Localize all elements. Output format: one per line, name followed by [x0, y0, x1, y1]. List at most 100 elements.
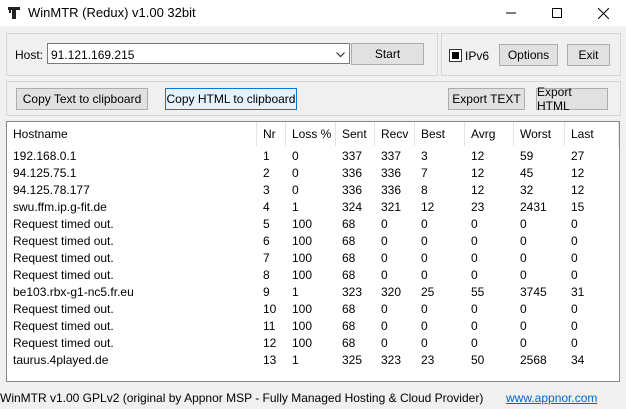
- exit-button[interactable]: Exit: [567, 44, 610, 66]
- cell-recv: 337: [381, 149, 402, 163]
- cell-nr: 12: [263, 336, 277, 350]
- table-row[interactable]: 192.168.0.1 1 0 337 337 3 12 59 27: [7, 148, 619, 165]
- cell-recv: 0: [381, 302, 388, 316]
- host-group: Host: 91.121.169.215 Start: [6, 33, 438, 76]
- maximize-button[interactable]: [534, 0, 580, 26]
- table-row[interactable]: be103.rbx-g1-nc5.fr.eu 9 1 323 320 25 55 3745 31: [7, 284, 619, 301]
- copy-html-button[interactable]: Copy HTML to clipboard: [165, 88, 297, 110]
- cell-nr: 10: [263, 302, 277, 316]
- cell-loss: 100: [292, 302, 313, 316]
- cell-last: 15: [571, 200, 585, 214]
- cell-best: 0: [421, 268, 428, 282]
- cell-loss: 100: [292, 217, 313, 231]
- cell-worst: 0: [520, 319, 527, 333]
- cell-nr: 4: [263, 200, 270, 214]
- cell-recv: 323: [381, 353, 402, 367]
- cell-sent: 68: [342, 251, 356, 265]
- cell-worst: 0: [520, 217, 527, 231]
- cell-nr: 6: [263, 234, 270, 248]
- cell-avrg: 0: [471, 234, 478, 248]
- cell-hostname: be103.rbx-g1-nc5.fr.eu: [13, 285, 134, 299]
- table-row[interactable]: Request timed out. 10 100 68 0 0 0 0 0: [7, 301, 619, 318]
- cell-best: 3: [421, 149, 428, 163]
- close-button[interactable]: [580, 0, 626, 26]
- cell-loss: 100: [292, 319, 313, 333]
- chevron-down-icon[interactable]: [336, 52, 345, 58]
- cell-nr: 13: [263, 353, 277, 367]
- ipv6-checkbox[interactable]: [449, 49, 462, 62]
- cell-sent: 68: [342, 319, 356, 333]
- window-title: WinMTR (Redux) v1.00 32bit: [28, 5, 196, 20]
- column-header-hostname[interactable]: Hostname: [7, 122, 257, 146]
- cell-loss: 100: [292, 336, 313, 350]
- table-row[interactable]: Request timed out. 11 100 68 0 0 0 0 0: [7, 318, 619, 335]
- cell-hostname: Request timed out.: [13, 268, 114, 282]
- cell-nr: 1: [263, 149, 270, 163]
- host-combobox[interactable]: 91.121.169.215: [47, 43, 350, 64]
- column-header-worst[interactable]: Worst: [514, 122, 565, 146]
- cell-sent: 324: [342, 200, 363, 214]
- cell-avrg: 55: [471, 285, 485, 299]
- start-button[interactable]: Start: [351, 43, 424, 65]
- copy-text-button[interactable]: Copy Text to clipboard: [16, 88, 148, 110]
- cell-nr: 3: [263, 183, 270, 197]
- minimize-button[interactable]: [488, 0, 534, 26]
- appnor-link[interactable]: www.appnor.com: [506, 391, 597, 405]
- cell-avrg: 12: [471, 166, 485, 180]
- cell-loss: 100: [292, 251, 313, 265]
- results-table[interactable]: Hostname Nr Loss % Sent Recv Best Avrg W…: [6, 121, 620, 382]
- cell-sent: 336: [342, 166, 363, 180]
- cell-best: 0: [421, 251, 428, 265]
- host-input[interactable]: 91.121.169.215: [51, 48, 134, 62]
- title-bar[interactable]: WinMTR (Redux) v1.00 32bit: [0, 0, 626, 26]
- export-text-button[interactable]: Export TEXT: [448, 88, 525, 110]
- table-header: Hostname Nr Loss % Sent Recv Best Avrg W…: [7, 122, 619, 146]
- column-header-sent[interactable]: Sent: [336, 122, 375, 146]
- cell-loss: 100: [292, 234, 313, 248]
- table-row[interactable]: Request timed out. 6 100 68 0 0 0 0 0: [7, 233, 619, 250]
- cell-nr: 2: [263, 166, 270, 180]
- cell-hostname: Request timed out.: [13, 251, 114, 265]
- column-header-avrg[interactable]: Avrg: [465, 122, 514, 146]
- table-row[interactable]: 94.125.75.1 2 0 336 336 7 12 45 12: [7, 165, 619, 182]
- options-button[interactable]: Options: [499, 44, 558, 66]
- cell-best: 12: [421, 200, 435, 214]
- table-row[interactable]: Request timed out. 5 100 68 0 0 0 0 0: [7, 216, 619, 233]
- cell-recv: 0: [381, 268, 388, 282]
- cell-last: 0: [571, 319, 578, 333]
- cell-loss: 0: [292, 166, 299, 180]
- table-row[interactable]: swu.ffm.ip.g-fit.de 4 1 324 321 12 23 2431 15: [7, 199, 619, 216]
- cell-worst: 59: [520, 149, 534, 163]
- export-html-button[interactable]: Export HTML: [536, 85, 608, 113]
- cell-hostname: Request timed out.: [13, 336, 114, 350]
- cell-hostname: Request timed out.: [13, 217, 114, 231]
- column-header-recv[interactable]: Recv: [375, 122, 415, 146]
- column-header-best[interactable]: Best: [415, 122, 465, 146]
- cell-loss: 0: [292, 149, 299, 163]
- cell-hostname: Request timed out.: [13, 319, 114, 333]
- cell-worst: 0: [520, 234, 527, 248]
- table-row[interactable]: taurus.4played.de 13 1 325 323 23 50 2568 34: [7, 352, 619, 369]
- cell-last: 31: [571, 285, 585, 299]
- winmtr-app-icon: [8, 7, 20, 19]
- column-header-loss[interactable]: Loss %: [286, 122, 336, 146]
- cell-last: 0: [571, 302, 578, 316]
- cell-worst: 0: [520, 268, 527, 282]
- cell-last: 34: [571, 353, 585, 367]
- cell-best: 0: [421, 302, 428, 316]
- ipv6-label[interactable]: IPv6: [465, 49, 489, 63]
- cell-sent: 68: [342, 234, 356, 248]
- column-header-nr[interactable]: Nr: [257, 122, 286, 146]
- cell-last: 0: [571, 251, 578, 265]
- cell-last: 0: [571, 234, 578, 248]
- table-row[interactable]: 94.125.78.177 3 0 336 336 8 12 32 12: [7, 182, 619, 199]
- table-row[interactable]: Request timed out. 7 100 68 0 0 0 0 0: [7, 250, 619, 267]
- column-header-last[interactable]: Last: [565, 122, 619, 146]
- cell-loss: 0: [292, 183, 299, 197]
- cell-best: 0: [421, 217, 428, 231]
- table-row[interactable]: Request timed out. 12 100 68 0 0 0 0 0: [7, 335, 619, 352]
- cell-avrg: 12: [471, 149, 485, 163]
- cell-recv: 0: [381, 336, 388, 350]
- table-row[interactable]: Request timed out. 8 100 68 0 0 0 0 0: [7, 267, 619, 284]
- cell-worst: 0: [520, 302, 527, 316]
